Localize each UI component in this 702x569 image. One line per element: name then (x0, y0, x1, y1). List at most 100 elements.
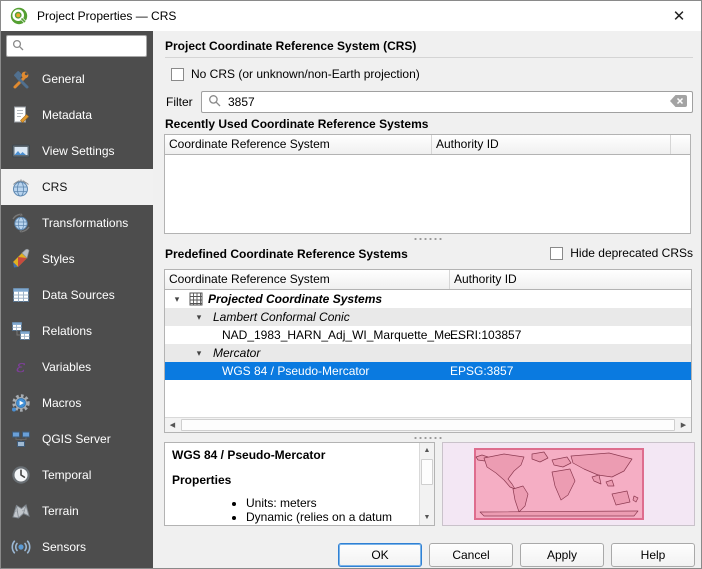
sidebar-item-label: Relations (42, 324, 92, 338)
search-icon (12, 39, 24, 54)
no-crs-row: No CRS (or unknown/non-Earth projection) (171, 67, 420, 81)
recent-heading: Recently Used Coordinate Reference Syste… (165, 117, 428, 131)
sidebar-item-sensors[interactable]: Sensors (1, 529, 153, 565)
chevron-down-icon[interactable]: ▾ (193, 344, 205, 362)
sidebar-item-label: Data Sources (42, 288, 115, 302)
recent-crs-table[interactable]: Coordinate Reference System Authority ID (164, 134, 691, 234)
chevron-down-icon[interactable]: ▾ (193, 308, 205, 326)
clock-icon (9, 463, 33, 487)
sidebar-item-transformations[interactable]: Transformations (1, 205, 153, 241)
predefined-table-header: Coordinate Reference System Authority ID (165, 270, 691, 290)
details-properties-heading: Properties (172, 473, 417, 487)
scrollbar-thumb[interactable] (181, 419, 675, 431)
filter-row: Filter (166, 91, 693, 113)
predefined-crs-table[interactable]: Coordinate Reference System Authority ID… (164, 269, 692, 433)
recent-col-authority[interactable]: Authority ID (432, 135, 671, 154)
hide-deprecated-checkbox[interactable] (550, 247, 563, 260)
search-icon (208, 94, 221, 110)
predefined-col-authority[interactable]: Authority ID (450, 270, 691, 289)
filter-label: Filter (166, 95, 201, 109)
sidebar-items: General Metadata (1, 61, 153, 565)
view-settings-icon (9, 139, 33, 163)
paintbrush-icon (9, 247, 33, 271)
tree-row-authority: EPSG:3857 (450, 362, 513, 380)
sidebar-item-qgis-server[interactable]: QGIS Server (1, 421, 153, 457)
crs-details-panel: WGS 84 / Pseudo-Mercator Properties Unit… (164, 442, 435, 526)
tree-row-projected[interactable]: ▾ Projected Coordinate Systems (165, 290, 691, 308)
sidebar-search-input[interactable] (28, 38, 146, 54)
recent-table-header: Coordinate Reference System Authority ID (165, 135, 690, 155)
sidebar-item-variables[interactable]: ε Variables (1, 349, 153, 385)
sidebar-item-label: Styles (42, 252, 75, 266)
tree-row-label: NAD_1983_HARN_Adj_WI_Marquette_Me... (222, 328, 461, 342)
sidebar-item-label: General (42, 72, 85, 86)
scroll-left-icon[interactable]: ◀ (165, 418, 180, 432)
vertical-scrollbar[interactable]: ▲ ▼ (419, 443, 434, 525)
sidebar: General Metadata (1, 31, 153, 569)
scrollbar-thumb[interactable] (421, 459, 433, 485)
sidebar-item-view-settings[interactable]: View Settings (1, 133, 153, 169)
horizontal-scrollbar[interactable]: ◀ ▶ (165, 417, 691, 432)
network-icon (9, 427, 33, 451)
clear-icon[interactable] (669, 94, 688, 111)
sidebar-item-general[interactable]: General (1, 61, 153, 97)
tree-row-nad1983[interactable]: NAD_1983_HARN_Adj_WI_Marquette_Me... ESR… (165, 326, 691, 344)
details-bullet: Dynamic (relies on a datum which is not … (246, 510, 417, 525)
sidebar-item-metadata[interactable]: Metadata (1, 97, 153, 133)
epsilon-icon: ε (9, 355, 33, 379)
dialog-buttons: OK Cancel Apply Help (338, 543, 695, 567)
filter-input[interactable] (226, 94, 669, 110)
sidebar-item-styles[interactable]: Styles (1, 241, 153, 277)
sidebar-item-label: Transformations (42, 216, 128, 230)
gear-play-icon (9, 391, 33, 415)
no-crs-label: No CRS (or unknown/non-Earth projection) (191, 67, 420, 81)
world-map (474, 448, 644, 520)
scroll-down-icon[interactable]: ▼ (420, 510, 434, 525)
tree-row-mercator[interactable]: ▾ Mercator (165, 344, 691, 362)
heading-separator (165, 57, 693, 58)
globe-arrows-icon (9, 211, 33, 235)
tree-row-wgs84-pseudo-mercator[interactable]: WGS 84 / Pseudo-Mercator EPSG:3857 (165, 362, 691, 380)
sidebar-item-data-sources[interactable]: Data Sources (1, 277, 153, 313)
sidebar-item-label: Sensors (42, 540, 86, 554)
sidebar-item-relations[interactable]: Relations (1, 313, 153, 349)
help-button[interactable]: Help (611, 543, 695, 567)
title-bar: Project Properties — CRS ✕ (1, 1, 701, 31)
close-icon[interactable]: ✕ (657, 1, 701, 31)
details-bullet-list: Units: meters Dynamic (relies on a datum… (232, 496, 417, 525)
recent-col-corner (671, 135, 690, 154)
no-crs-checkbox[interactable] (171, 68, 184, 81)
globe-icon (9, 175, 33, 199)
tree-row-lambert[interactable]: ▾ Lambert Conformal Conic (165, 308, 691, 326)
recent-col-crs[interactable]: Coordinate Reference System (165, 135, 432, 154)
sidebar-item-label: Metadata (42, 108, 92, 122)
sidebar-item-label: Terrain (42, 504, 79, 518)
sidebar-item-terrain[interactable]: Terrain (1, 493, 153, 529)
crs-extent-map-preview (442, 442, 695, 526)
table-icon (9, 283, 33, 307)
chevron-down-icon[interactable]: ▾ (171, 290, 183, 308)
scroll-up-icon[interactable]: ▲ (420, 443, 434, 458)
sidebar-item-crs[interactable]: CRS (1, 169, 153, 205)
ok-button[interactable]: OK (338, 543, 422, 567)
sidebar-item-label: Macros (42, 396, 81, 410)
tree-row-label: Mercator (213, 346, 260, 360)
hide-deprecated-row: Hide deprecated CRSs (550, 246, 693, 260)
scroll-right-icon[interactable]: ▶ (676, 418, 691, 432)
sidebar-item-macros[interactable]: Macros (1, 385, 153, 421)
details-title: WGS 84 / Pseudo-Mercator (172, 448, 417, 462)
window-title: Project Properties — CRS (37, 9, 176, 23)
project-properties-dialog: Project Properties — CRS ✕ Genera (0, 0, 702, 569)
filter-box (201, 91, 693, 113)
terrain-icon (9, 499, 33, 523)
tree-row-label: Lambert Conformal Conic (213, 310, 350, 324)
sidebar-item-label: Variables (42, 360, 91, 374)
splitter-handle[interactable] (153, 435, 702, 441)
splitter-handle[interactable] (153, 236, 702, 242)
sidebar-item-temporal[interactable]: Temporal (1, 457, 153, 493)
predefined-heading: Predefined Coordinate Reference Systems (165, 247, 408, 261)
predefined-col-crs[interactable]: Coordinate Reference System (165, 270, 450, 289)
cancel-button[interactable]: Cancel (429, 543, 513, 567)
sidebar-search[interactable] (6, 35, 147, 57)
apply-button[interactable]: Apply (520, 543, 604, 567)
